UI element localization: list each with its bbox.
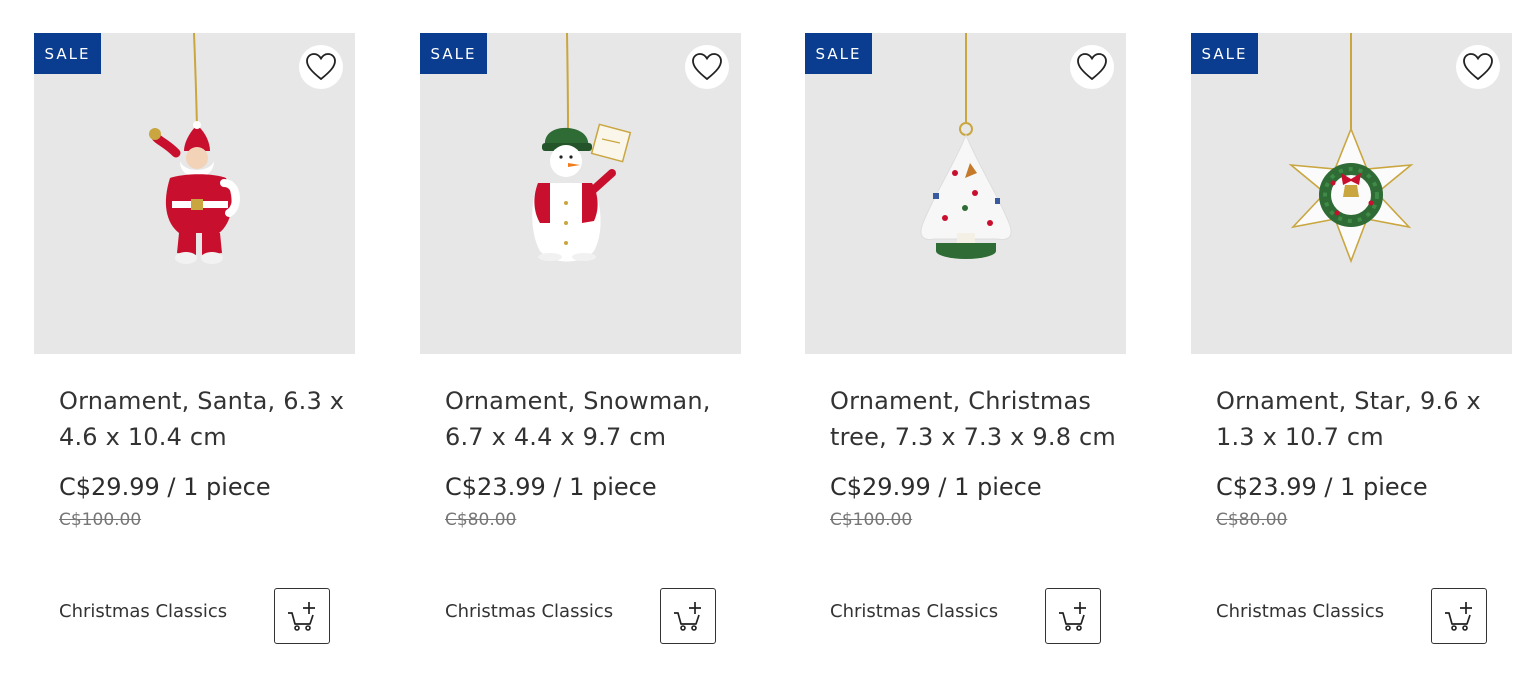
product-title[interactable]: Ornament, Snowman, 6.7 x 4.4 x 9.7 cm [445, 383, 735, 455]
product-collection: Christmas Classics [59, 601, 228, 622]
product-old-price: C$100.00 [59, 510, 142, 530]
wishlist-button[interactable] [685, 45, 729, 89]
product-image[interactable]: SALE [34, 33, 355, 354]
heart-outline-icon [306, 53, 336, 81]
sale-badge: SALE [805, 33, 872, 74]
add-to-cart-button[interactable] [660, 588, 716, 644]
product-collection: Christmas Classics [445, 601, 614, 622]
product-card: SALE Ornament, Santa, 6.3 x 4.6 x 10.4 c… [34, 33, 355, 673]
cart-add-icon [288, 602, 315, 631]
product-collection: Christmas Classics [830, 601, 999, 622]
add-to-cart-button[interactable] [1431, 588, 1487, 644]
product-image[interactable]: SALE [420, 33, 741, 354]
add-to-cart-button[interactable] [1045, 588, 1101, 644]
sale-badge: SALE [34, 33, 101, 74]
product-image[interactable]: SALE [1191, 33, 1512, 354]
product-title[interactable]: Ornament, Star, 9.6 x 1.3 x 10.7 cm [1216, 383, 1506, 455]
cart-add-icon [674, 602, 701, 631]
product-grid: SALE Ornament, Santa, 6.3 x 4.6 x 10.4 c… [0, 0, 1525, 699]
product-card: SALE Ornament, Snowman, 6.7 x 4.4 x 9.7 … [420, 33, 741, 673]
product-price: C$23.99 / 1 piece [445, 473, 657, 501]
product-image[interactable]: SALE [805, 33, 1126, 354]
heart-outline-icon [1077, 53, 1107, 81]
product-old-price: C$100.00 [830, 510, 913, 530]
cart-add-icon [1445, 602, 1472, 631]
wishlist-button[interactable] [1456, 45, 1500, 89]
add-to-cart-button[interactable] [274, 588, 330, 644]
product-collection: Christmas Classics [1216, 601, 1385, 622]
product-title[interactable]: Ornament, Christmas tree, 7.3 x 7.3 x 9.… [830, 383, 1120, 455]
sale-badge: SALE [420, 33, 487, 74]
wishlist-button[interactable] [299, 45, 343, 89]
product-card: SALE Ornament, Christmas tree, 7.3 x 7.3… [805, 33, 1126, 673]
product-price: C$29.99 / 1 piece [830, 473, 1042, 501]
product-card: SALE Ornament, Star, 9.6 x 1.3 x 10.7 cm… [1191, 33, 1512, 673]
product-price: C$29.99 / 1 piece [59, 473, 271, 501]
product-old-price: C$80.00 [1216, 510, 1288, 530]
wishlist-button[interactable] [1070, 45, 1114, 89]
cart-add-icon [1059, 602, 1086, 631]
heart-outline-icon [1463, 53, 1493, 81]
product-old-price: C$80.00 [445, 510, 517, 530]
product-price: C$23.99 / 1 piece [1216, 473, 1428, 501]
sale-badge: SALE [1191, 33, 1258, 74]
product-title[interactable]: Ornament, Santa, 6.3 x 4.6 x 10.4 cm [59, 383, 349, 455]
heart-outline-icon [692, 53, 722, 81]
